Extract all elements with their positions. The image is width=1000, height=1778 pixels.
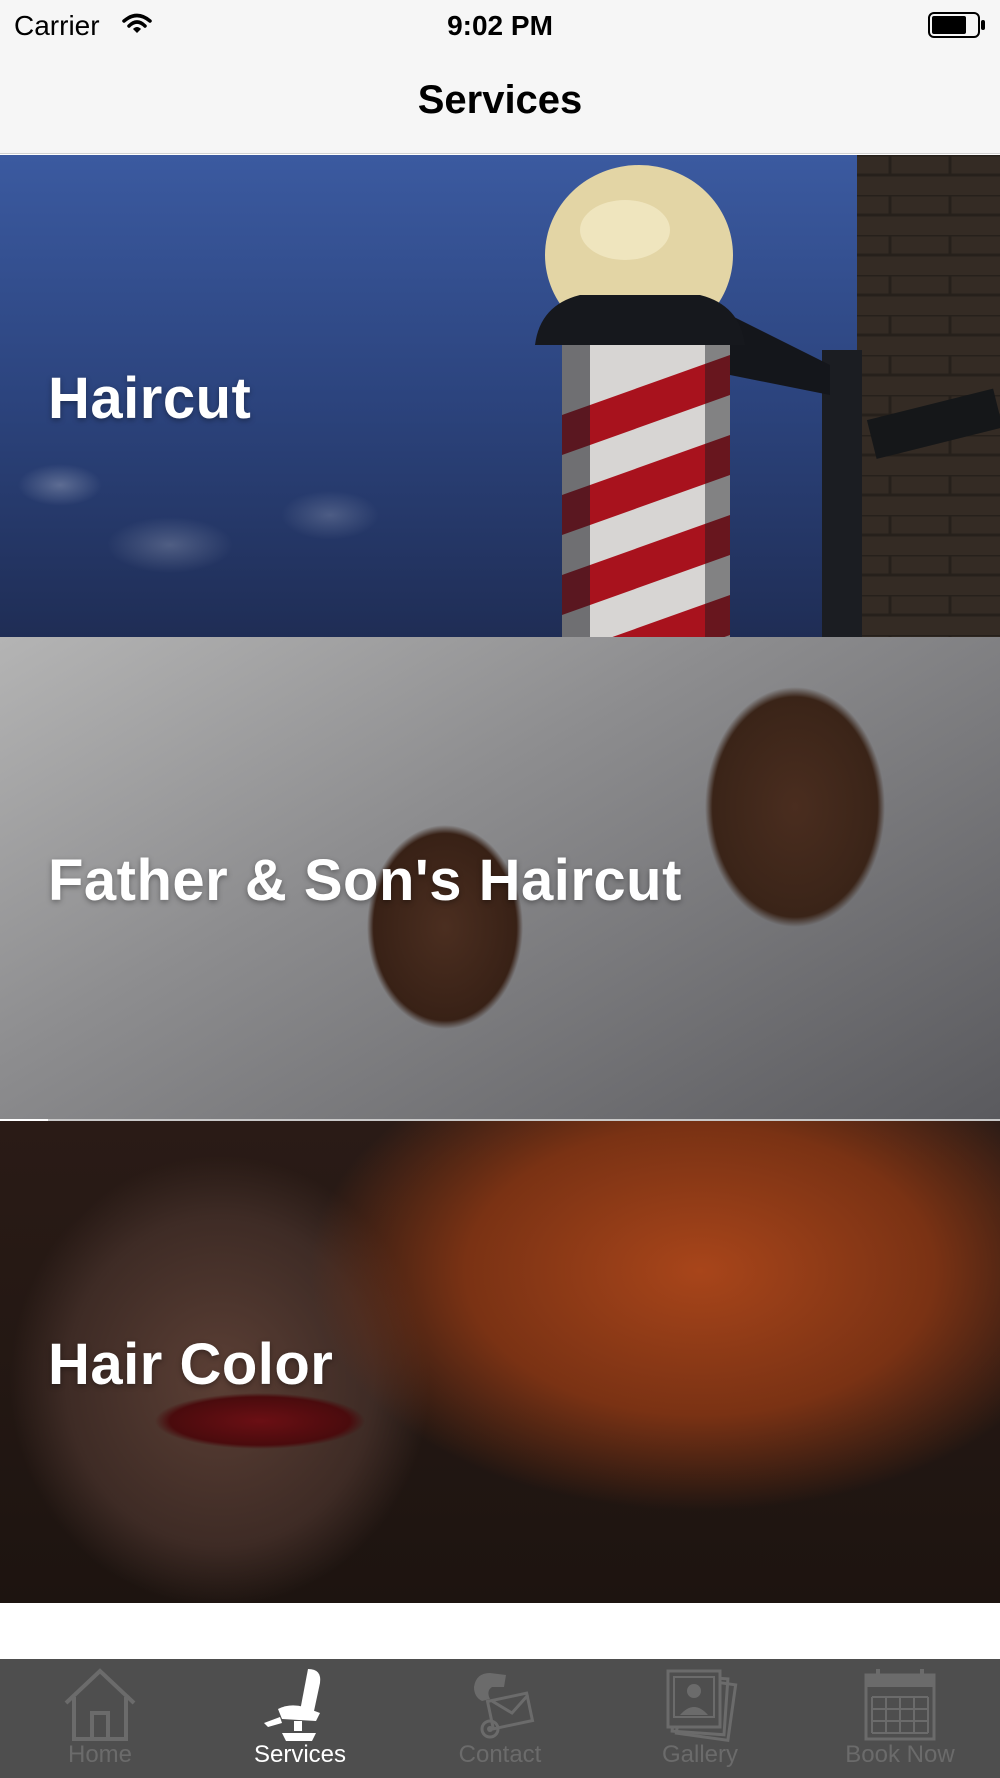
barber-pole-image	[535, 155, 1000, 637]
tab-label: Home	[67, 1741, 133, 1768]
tab-label: Book Now	[845, 1741, 955, 1768]
tab-label: Services	[253, 1741, 347, 1768]
barber-chair-icon	[264, 1669, 321, 1741]
tab-gallery[interactable]: Gallery	[600, 1659, 800, 1778]
clock-time: 9:02 PM	[447, 10, 553, 41]
tab-book-now[interactable]: Book Now	[800, 1659, 1000, 1778]
service-label-father-son-haircut: Father & Son's Haircut	[48, 848, 682, 913]
navigation-bar: Services	[0, 50, 1000, 154]
service-label-haircut: Haircut	[48, 366, 252, 431]
battery-icon	[928, 12, 985, 38]
tab-home[interactable]: Home	[0, 1659, 200, 1778]
tab-services[interactable]: Services	[200, 1659, 400, 1778]
tab-label: Gallery	[661, 1741, 739, 1768]
tab-bar: Home Services Contact Gallery Book Now	[0, 1659, 1000, 1778]
tab-label: Contact	[458, 1741, 542, 1768]
page-title: Services	[417, 78, 583, 122]
calendar-icon	[864, 1669, 936, 1741]
gallery-icon	[666, 1669, 738, 1743]
status-bar: Carrier 9:02 PM	[0, 0, 1000, 50]
service-row-hair-color[interactable]: Hair Color	[0, 1121, 1000, 1603]
service-row-father-son-haircut[interactable]: Father & Son's Haircut	[0, 637, 1000, 1119]
tab-contact[interactable]: Contact	[400, 1659, 600, 1778]
service-row-haircut[interactable]: Haircut	[0, 155, 1000, 637]
phone-mail-icon	[474, 1673, 535, 1739]
home-icon	[64, 1668, 136, 1741]
service-label-hair-color: Hair Color	[48, 1332, 334, 1397]
